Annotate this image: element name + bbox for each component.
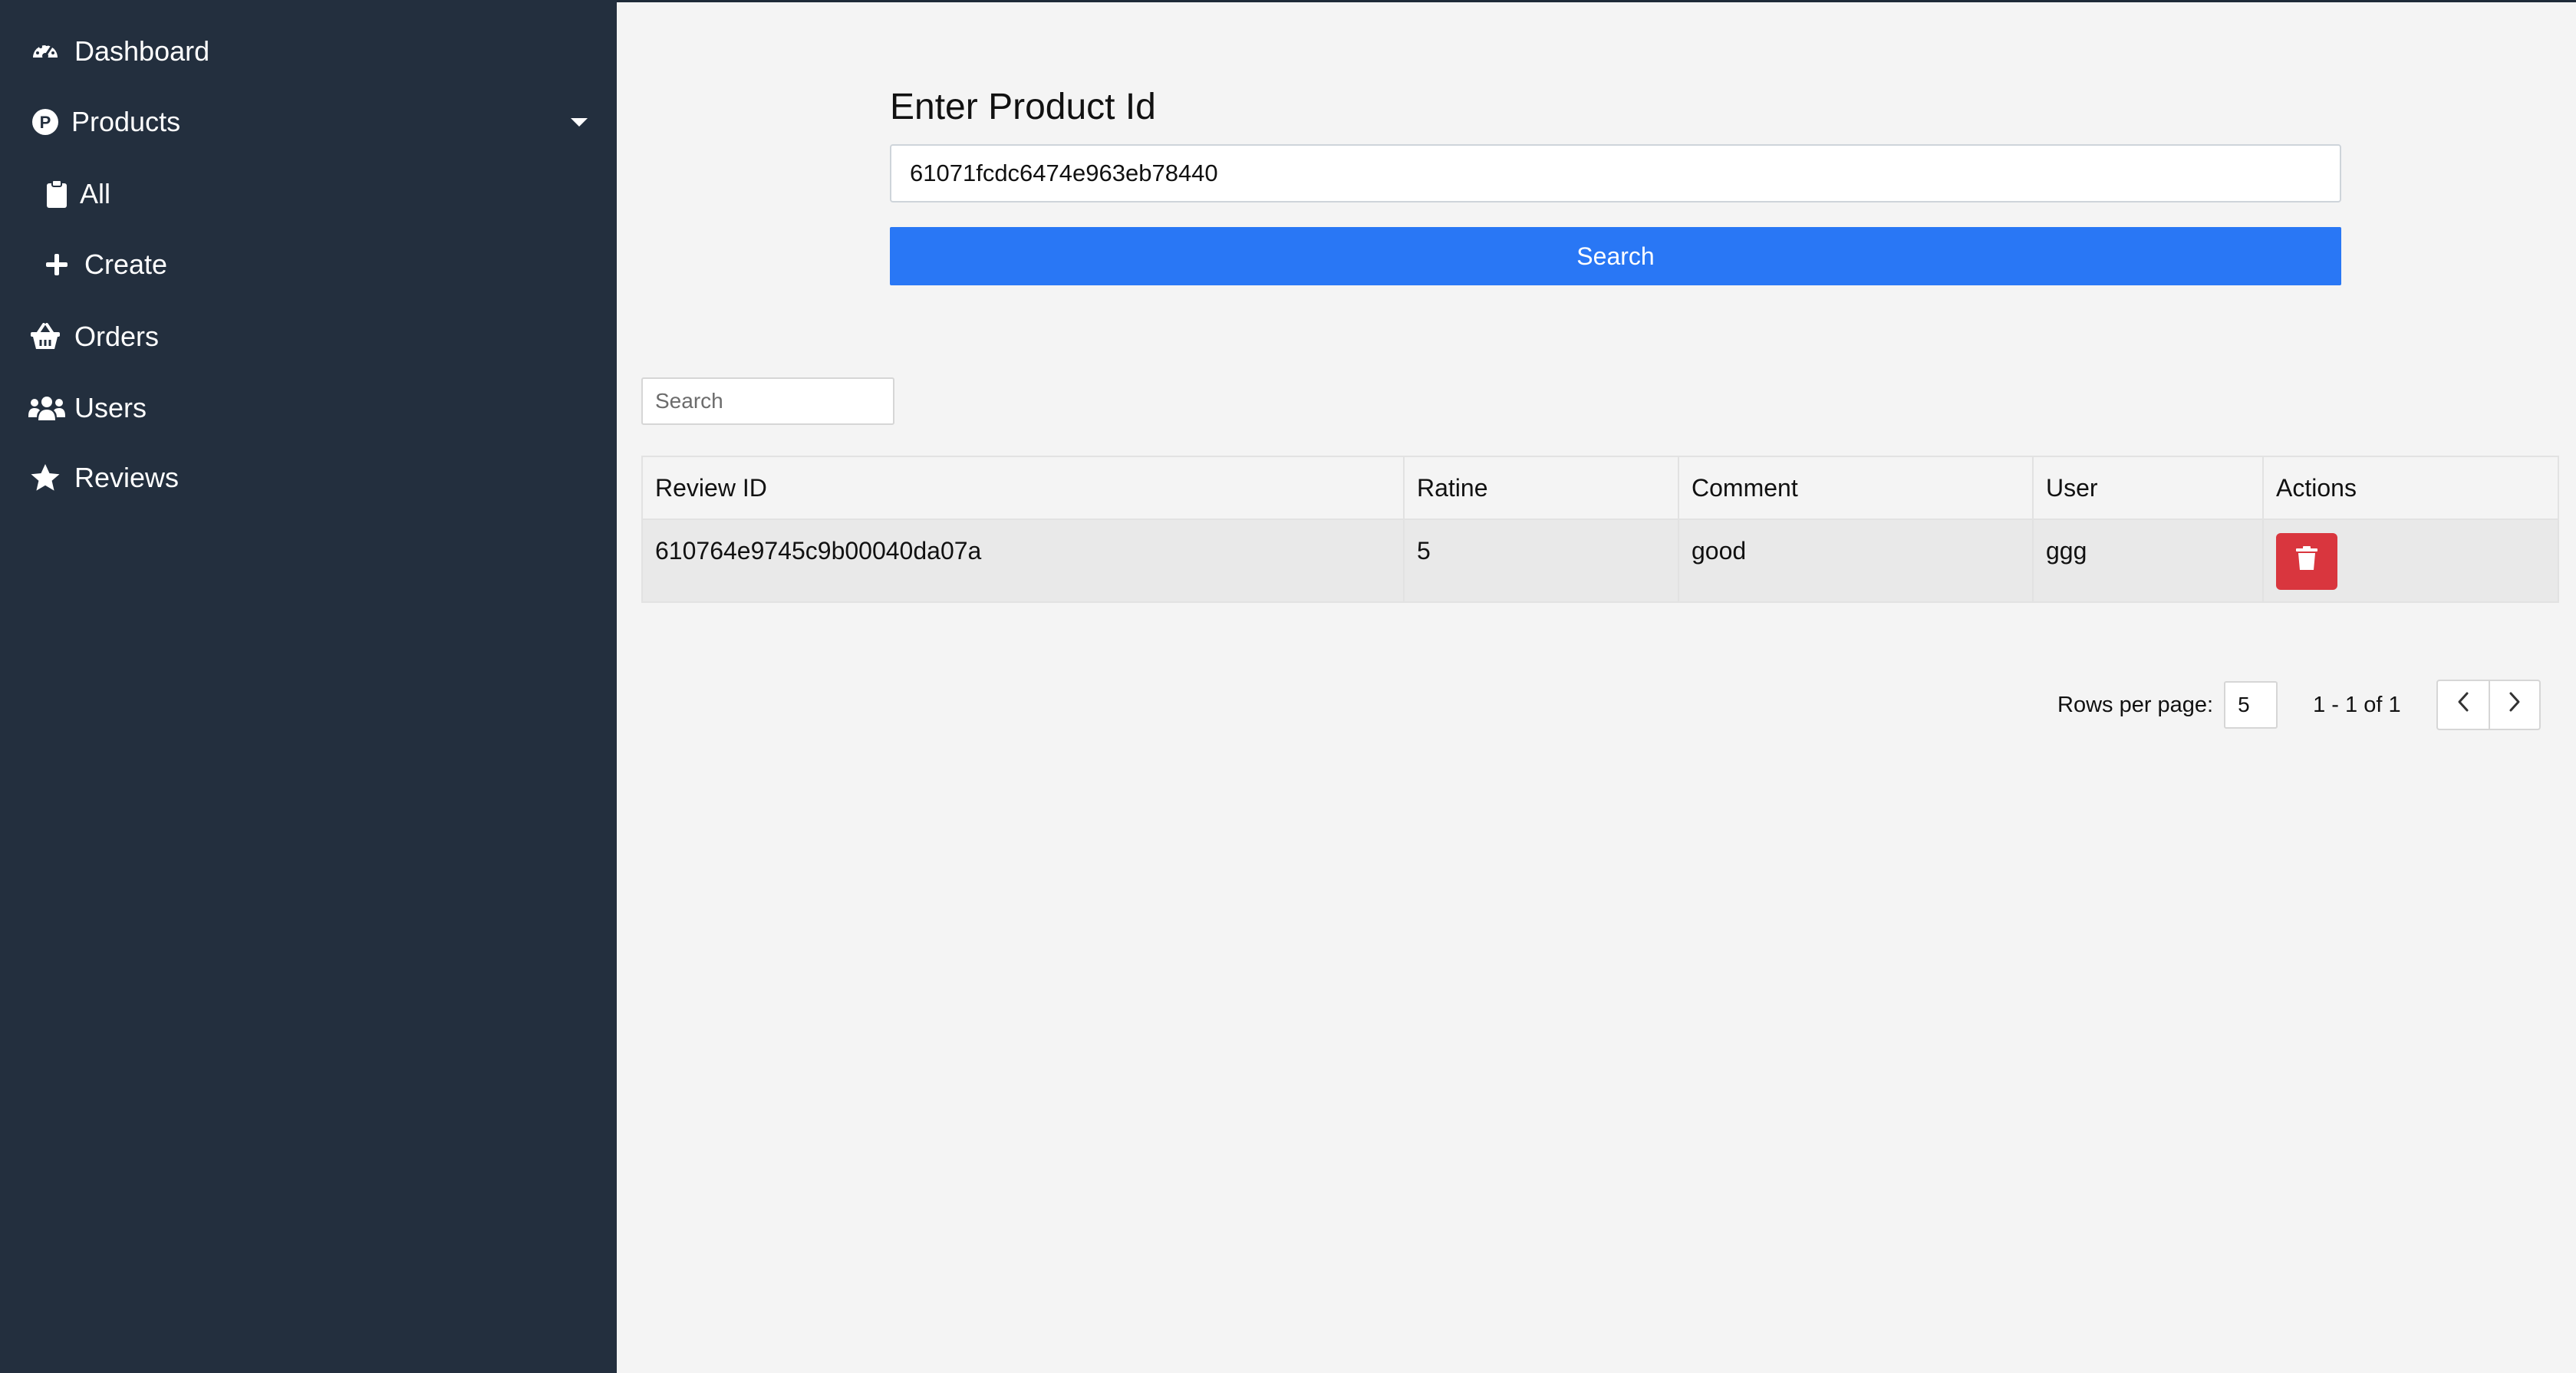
delete-review-button[interactable] — [2276, 533, 2337, 590]
rows-per-page-select[interactable]: 5 — [2224, 681, 2278, 729]
sidebar-item-label: Dashboard — [74, 35, 210, 67]
sidebar-item-dashboard[interactable]: Dashboard — [0, 25, 617, 78]
clipboard-icon — [40, 177, 74, 211]
reviews-table: Review ID Ratine Comment User Actions 61… — [641, 456, 2559, 603]
table-search-input[interactable] — [641, 377, 894, 425]
sidebar-item-create[interactable]: Create — [0, 238, 617, 291]
dashboard-icon — [28, 35, 62, 68]
cell-user: ggg — [2034, 520, 2264, 601]
pagination: Rows per page: 5 1 - 1 of 1 — [2057, 680, 2541, 730]
sidebar-item-label: Products — [71, 106, 181, 137]
next-page-button[interactable] — [2488, 681, 2539, 729]
rows-per-page-value: 5 — [2238, 693, 2250, 716]
trash-icon — [2296, 546, 2317, 577]
svg-text:P: P — [40, 113, 51, 132]
pagination-buttons — [2436, 680, 2541, 730]
search-button[interactable]: Search — [890, 227, 2341, 285]
chevron-right-icon — [2508, 691, 2522, 719]
sidebar-item-label: Users — [74, 392, 147, 423]
sidebar-item-orders[interactable]: Orders — [0, 310, 617, 364]
sidebar-item-all[interactable]: All — [0, 167, 617, 221]
plus-icon — [40, 248, 74, 282]
star-icon — [28, 461, 62, 495]
sidebar-item-label: Reviews — [74, 462, 180, 493]
chevron-down-icon[interactable] — [571, 118, 588, 127]
cell-comment: good — [1679, 520, 2034, 601]
sidebar-item-label: All — [80, 178, 111, 209]
column-header-review-id[interactable]: Review ID — [643, 457, 1405, 519]
product-id-input[interactable] — [890, 144, 2341, 202]
cell-actions — [2264, 520, 2558, 601]
chevron-left-icon — [2456, 691, 2470, 719]
cell-rating: 5 — [1405, 520, 1679, 601]
sidebar-item-label: Create — [84, 249, 168, 280]
basket-icon — [28, 320, 62, 354]
sidebar-item-products[interactable]: P Products — [0, 95, 617, 149]
table-header-row: Review ID Ratine Comment User Actions — [643, 457, 2558, 520]
sidebar-item-users[interactable]: Users — [0, 381, 617, 435]
table-row: 610764e9745c9b00040da07a 5 good ggg — [643, 520, 2558, 601]
cell-review-id: 610764e9745c9b00040da07a — [643, 520, 1405, 601]
product-p-icon: P — [28, 105, 62, 139]
rows-per-page-label: Rows per page: — [2057, 692, 2214, 717]
page-title: Enter Product Id — [890, 87, 1156, 127]
pagination-range: 1 - 1 of 1 — [2313, 692, 2401, 717]
column-header-comment[interactable]: Comment — [1679, 457, 2034, 519]
column-header-user[interactable]: User — [2034, 457, 2264, 519]
column-header-rating[interactable]: Ratine — [1405, 457, 1679, 519]
users-icon — [28, 391, 65, 425]
sidebar: Dashboard P Products All Create Orders U… — [0, 0, 617, 1373]
column-header-actions: Actions — [2276, 473, 2357, 502]
sidebar-item-label: Orders — [74, 321, 160, 352]
previous-page-button[interactable] — [2438, 681, 2489, 729]
sidebar-item-reviews[interactable]: Reviews — [0, 451, 617, 505]
